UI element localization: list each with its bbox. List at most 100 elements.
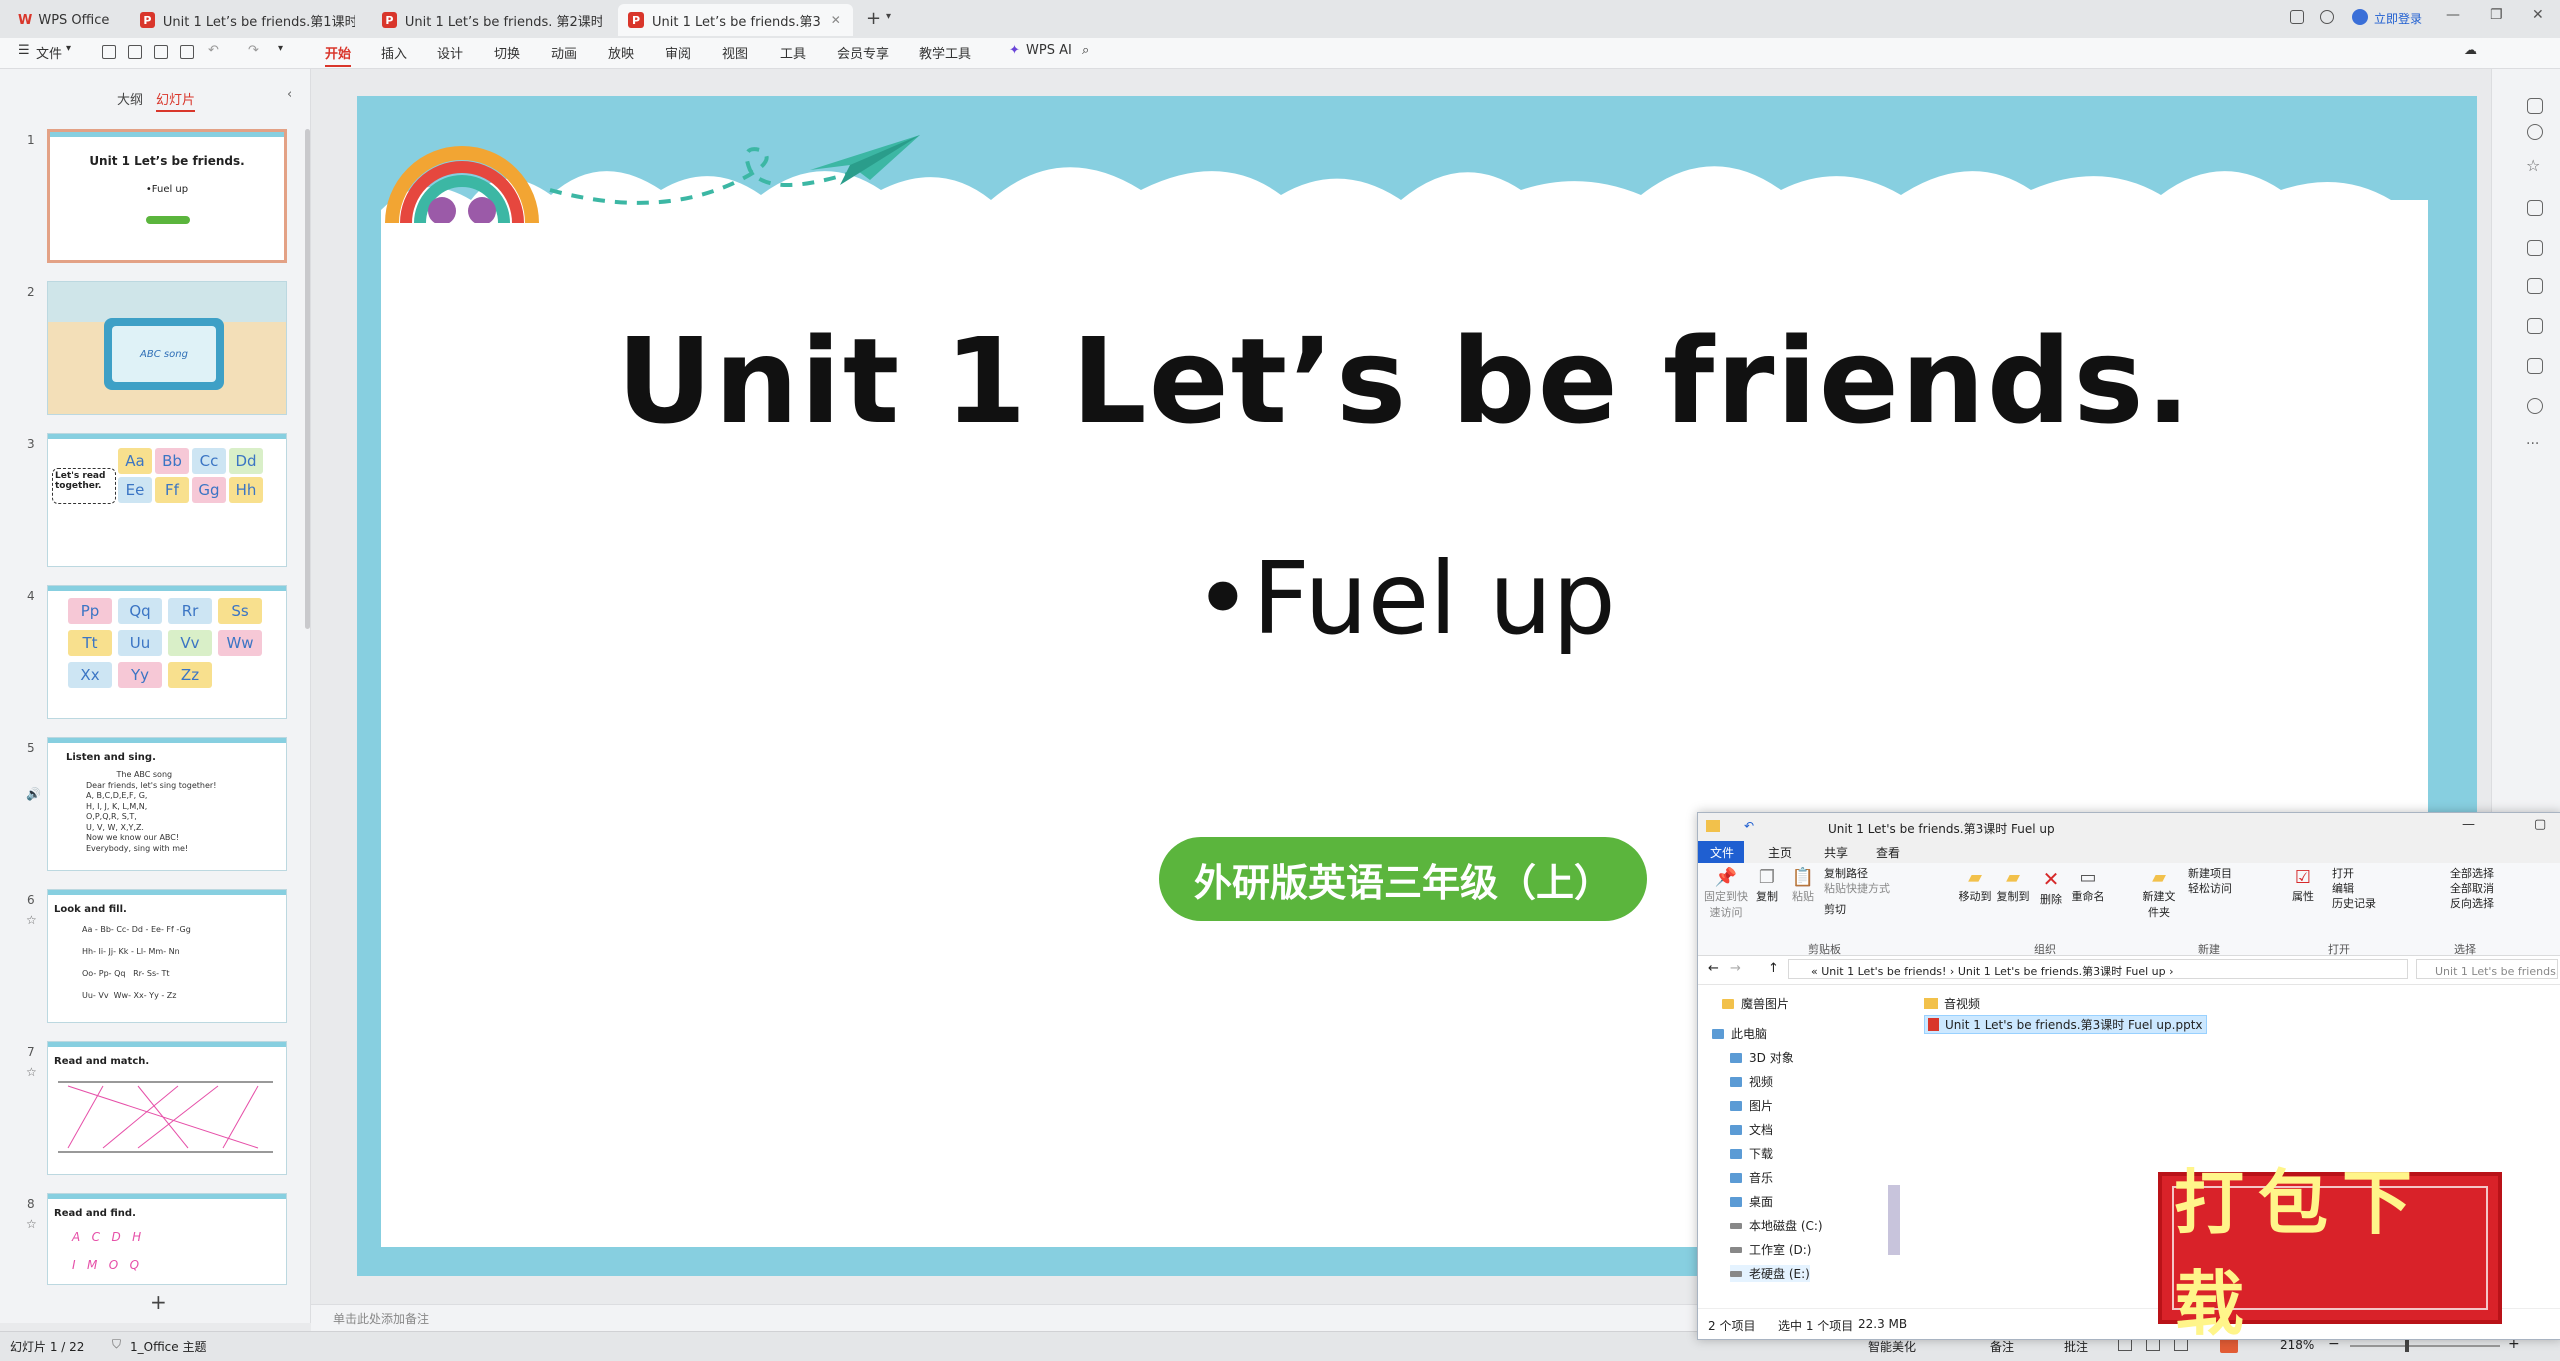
slide-thumbnail-2[interactable]: ABC song	[47, 281, 287, 415]
close-tab-icon[interactable]: ✕	[831, 13, 841, 27]
wps-ai-icon[interactable]: ✦	[1009, 43, 1020, 58]
save-icon[interactable]	[102, 45, 116, 59]
copy-icon[interactable]	[2527, 200, 2543, 216]
nav-item[interactable]: 下载	[1730, 1145, 1773, 1162]
select-all-button[interactable]: 全部选择	[2450, 865, 2494, 881]
slide-thumbnail-5[interactable]: Listen and sing. The ABC song Dear frien…	[47, 737, 287, 871]
avatar[interactable]	[2352, 9, 2368, 25]
slide-thumbnail-6[interactable]: Look and fill. Aa - Bb- Cc- Dd - Ee- Ff …	[47, 889, 287, 1023]
doc-tab-3-active[interactable]: P Unit 1 Let’s be friends.第3 ✕	[618, 4, 853, 36]
properties-button[interactable]: ☑ 属性	[2288, 867, 2318, 904]
redo-icon[interactable]: ↷	[248, 43, 259, 58]
star-icon[interactable]: ☆	[2526, 156, 2540, 175]
nav-item-selected[interactable]: 老硬盘 (E:)	[1730, 1265, 1810, 1282]
target-icon[interactable]	[2527, 124, 2543, 140]
search-icon[interactable]: ⌕	[1082, 43, 1089, 58]
sorter-view-icon[interactable]	[2146, 1339, 2160, 1351]
smart-beautify-button[interactable]: 智能美化	[1868, 1338, 1916, 1355]
new-tab-button[interactable]: +	[866, 8, 881, 29]
image-icon[interactable]	[2527, 240, 2543, 256]
nav-item[interactable]: 桌面	[1730, 1193, 1773, 1210]
menu-transition[interactable]: 切换	[494, 43, 520, 62]
window-layout-icon[interactable]	[2290, 10, 2304, 24]
login-link[interactable]: 立即登录	[2374, 10, 2422, 27]
easy-access-button[interactable]: 轻松访问	[2188, 880, 2232, 896]
menu-member[interactable]: 会员专享	[837, 43, 889, 62]
select-none-button[interactable]: 全部取消	[2450, 880, 2494, 896]
settings-icon[interactable]	[2527, 358, 2543, 374]
file-menu[interactable]: 文件	[36, 43, 62, 62]
edit-button[interactable]: 编辑	[2332, 880, 2354, 896]
menu-view[interactable]: 视图	[722, 43, 748, 62]
book-icon[interactable]	[2527, 318, 2543, 334]
nav-scrollbar[interactable]	[1888, 1185, 1900, 1255]
open-button[interactable]: 打开	[2332, 865, 2354, 881]
maximize-button[interactable]: ❐	[2490, 7, 2503, 23]
slide-title[interactable]: Unit 1 Let’s be friends.	[381, 312, 2428, 450]
slide-thumbnail-3[interactable]: Let's read together. Aa Bb Cc Dd Ee Ff G…	[47, 433, 287, 567]
add-slide-button[interactable]: +	[150, 1290, 167, 1314]
help-icon[interactable]	[2527, 398, 2543, 414]
close-window-button[interactable]: ✕	[2532, 7, 2544, 23]
tab-share[interactable]: 共享	[1824, 844, 1848, 861]
grade-badge[interactable]: 外研版英语三年级（上）	[1159, 837, 1647, 921]
nav-item[interactable]: 魔兽图片	[1722, 995, 1789, 1012]
cloud-sync-icon[interactable]: ☁	[2464, 43, 2477, 58]
nav-item-this-pc[interactable]: 此电脑	[1712, 1025, 1767, 1042]
new-item-button[interactable]: 新建项目	[2188, 865, 2232, 881]
magic-icon[interactable]	[2527, 278, 2543, 294]
maximize-button[interactable]: ▢	[2534, 817, 2546, 832]
file-item-pptx[interactable]: Unit 1 Let's be friends.第3课时 Fuel up.ppt…	[1924, 1015, 2207, 1034]
thumbnail-scrollbar[interactable]	[305, 129, 310, 629]
copy-path-button[interactable]: 复制路径	[1824, 865, 1868, 881]
collapse-panel-icon[interactable]: ‹	[287, 87, 292, 102]
paste-button[interactable]: 📋 粘贴	[1788, 867, 1818, 904]
forward-icon[interactable]: →	[1730, 961, 1741, 976]
more-icon[interactable]: ···	[2526, 436, 2539, 452]
menu-insert[interactable]: 插入	[381, 43, 407, 62]
nav-item[interactable]: 图片	[1730, 1097, 1773, 1114]
nav-item[interactable]: 音乐	[1730, 1169, 1773, 1186]
search-box[interactable]: Unit 1 Let's be friends.第3...	[2416, 959, 2558, 979]
tab-view[interactable]: 查看	[1876, 844, 1900, 861]
pin-quick-access-button[interactable]: 📌 固定到快速访问	[1704, 867, 1748, 920]
preview-icon[interactable]	[180, 45, 194, 59]
menu-teaching-tools[interactable]: 教学工具	[919, 43, 971, 62]
menu-animation[interactable]: 动画	[551, 43, 577, 62]
slide-thumbnail-1[interactable]: Unit 1 Let’s be friends. •Fuel up	[47, 129, 287, 263]
slide-thumbnail-8[interactable]: Read and find. A C D H I M O Q	[47, 1193, 287, 1285]
comments-button[interactable]: 批注	[2064, 1338, 2088, 1355]
delete-button[interactable]: ✕ 删除	[2036, 867, 2066, 907]
back-icon[interactable]: ←	[1708, 961, 1719, 976]
theme-name[interactable]: 1_Office 主题	[130, 1338, 206, 1355]
download-stamp-label[interactable]: 打包下载	[2172, 1161, 2488, 1345]
undo-icon[interactable]: ↶	[1744, 819, 1754, 833]
slide-thumbnail-7[interactable]: Read and match.	[47, 1041, 287, 1175]
file-item-folder[interactable]: 音视频	[1924, 995, 1980, 1012]
cut-button[interactable]: 剪切	[1824, 901, 1846, 917]
tab-home[interactable]: 主页	[1768, 844, 1792, 861]
doc-tab-2[interactable]: P Unit 1 Let’s be friends. 第2课时 S	[372, 4, 612, 36]
slide-subtitle[interactable]: •Fuel up	[381, 540, 2428, 657]
doc-tab-1[interactable]: P Unit 1 Let’s be friends.第1课时 S	[130, 4, 365, 36]
menu-review[interactable]: 审阅	[665, 43, 691, 62]
tab-file[interactable]: 文件	[1698, 841, 1744, 863]
tool-icon[interactable]	[2527, 98, 2543, 114]
new-folder-button[interactable]: ▰ 新建文件夹	[2138, 867, 2180, 920]
tab-outline[interactable]: 大纲	[117, 89, 143, 108]
copy-button[interactable]: ❐ 复制	[1752, 867, 1782, 904]
menu-tools[interactable]: 工具	[780, 43, 806, 62]
tab-slides[interactable]: 幻灯片	[156, 89, 196, 112]
menu-home[interactable]: 开始	[325, 43, 352, 67]
chevron-down-icon[interactable]: ▾	[278, 43, 283, 54]
export-icon[interactable]	[128, 45, 142, 59]
notes-toggle-button[interactable]: 备注	[1990, 1338, 2014, 1355]
nav-item[interactable]: 工作室 (D:)	[1730, 1241, 1811, 1258]
nav-item[interactable]: 文档	[1730, 1121, 1773, 1138]
hamburger-icon[interactable]: ☰	[18, 43, 30, 58]
cube-icon[interactable]	[2320, 10, 2334, 24]
wps-home-tab[interactable]: W WPS Office	[8, 4, 119, 36]
undo-icon[interactable]: ↶	[208, 43, 219, 58]
chevron-down-icon[interactable]: ▾	[66, 43, 71, 54]
chevron-down-icon[interactable]: ▾	[886, 11, 891, 22]
